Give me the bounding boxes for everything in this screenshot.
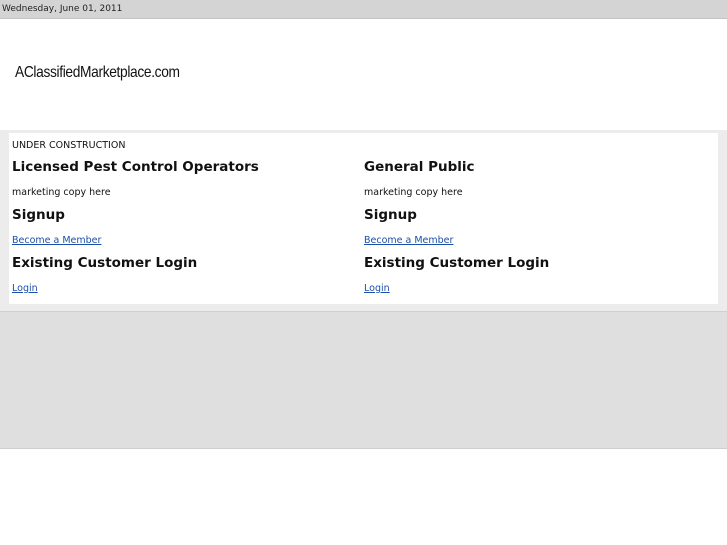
become-member-link[interactable]: Become a Member xyxy=(364,235,453,246)
login-link[interactable]: Login xyxy=(364,283,390,294)
signup-heading: Signup xyxy=(364,207,417,223)
login-link[interactable]: Login xyxy=(12,283,38,294)
existing-customer-login-heading: Existing Customer Login xyxy=(364,255,550,271)
site-logo[interactable]: AClassifiedMarketplace.com xyxy=(15,64,180,82)
marketing-copy: marketing copy here xyxy=(12,187,111,198)
content-band: UNDER CONSTRUCTION Licensed Pest Control… xyxy=(0,130,727,311)
section-title: Licensed Pest Control Operators xyxy=(12,159,259,175)
under-construction-notice: UNDER CONSTRUCTION xyxy=(12,140,126,151)
date-bar: Wednesday, June 01, 2011 xyxy=(0,0,727,19)
existing-customer-login-heading: Existing Customer Login xyxy=(12,255,198,271)
footer-band xyxy=(0,311,727,449)
section-title: General Public xyxy=(364,159,475,175)
content-panel: UNDER CONSTRUCTION Licensed Pest Control… xyxy=(9,133,718,304)
become-member-link[interactable]: Become a Member xyxy=(12,235,101,246)
marketing-copy: marketing copy here xyxy=(364,187,463,198)
signup-heading: Signup xyxy=(12,207,65,223)
current-date: Wednesday, June 01, 2011 xyxy=(2,4,123,14)
